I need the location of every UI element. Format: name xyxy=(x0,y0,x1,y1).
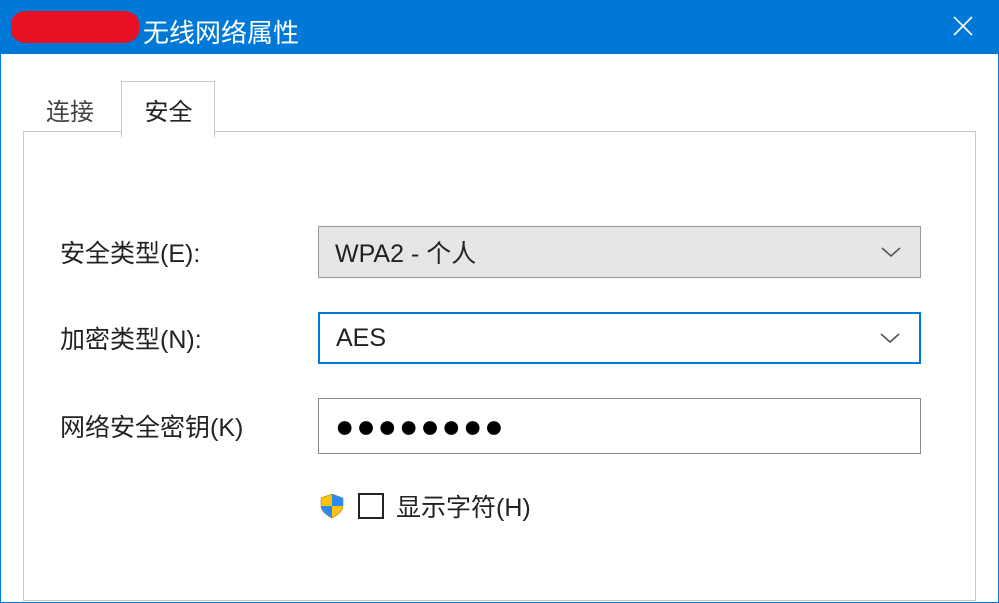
close-icon xyxy=(953,15,973,43)
tab-security-label: 安全 xyxy=(144,99,192,126)
network-key-input[interactable]: ●●●●●●●● xyxy=(318,398,921,454)
wireless-network-properties-dialog: 无线网络属性 连接 安全 安全类型(E): WPA2 - 个人 xyxy=(0,0,999,603)
security-panel: 安全类型(E): WPA2 - 个人 加密类型(N): AES xyxy=(23,131,976,601)
client-area: 连接 安全 安全类型(E): WPA2 - 个人 加密类型(N): AES xyxy=(1,54,998,602)
show-characters-row: 显示字符(H) xyxy=(318,488,921,524)
show-characters-label: 显示字符(H) xyxy=(396,488,531,524)
tab-security[interactable]: 安全 xyxy=(121,81,215,138)
encryption-type-combobox[interactable]: AES xyxy=(318,312,921,364)
titlebar: 无线网络属性 xyxy=(1,1,998,54)
close-button[interactable] xyxy=(928,1,998,57)
window-title: 无线网络属性 xyxy=(143,13,299,50)
security-type-value: WPA2 - 个人 xyxy=(335,234,476,270)
encryption-type-label: 加密类型(N): xyxy=(60,320,318,356)
network-key-row: 网络安全密钥(K) ●●●●●●●● xyxy=(60,398,921,454)
network-key-label: 网络安全密钥(K) xyxy=(60,408,318,444)
security-type-row: 安全类型(E): WPA2 - 个人 xyxy=(60,226,921,278)
redacted-ssid xyxy=(11,11,139,43)
network-key-value: ●●●●●●●● xyxy=(335,408,506,445)
uac-shield-icon xyxy=(318,492,346,520)
tabstrip: 连接 安全 xyxy=(23,80,976,132)
show-characters-checkbox[interactable] xyxy=(358,493,384,519)
security-type-label: 安全类型(E): xyxy=(60,234,318,270)
encryption-type-row: 加密类型(N): AES xyxy=(60,312,921,364)
encryption-type-value: AES xyxy=(336,324,386,353)
tab-connection-label: 连接 xyxy=(46,99,94,126)
tab-connection[interactable]: 连接 xyxy=(23,81,117,137)
security-type-combobox[interactable]: WPA2 - 个人 xyxy=(318,226,921,278)
chevron-down-icon xyxy=(879,331,901,345)
chevron-down-icon xyxy=(880,245,902,259)
